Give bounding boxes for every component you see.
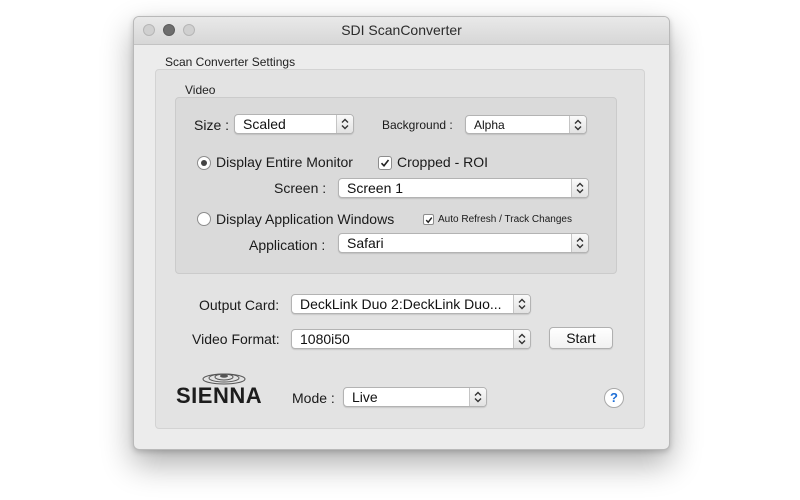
- app-window: SDI ScanConverter Scan Converter Setting…: [133, 16, 670, 450]
- chevron-updown-icon: [336, 115, 353, 133]
- screen-label: Screen :: [274, 180, 327, 196]
- video-format-value: 1080i50: [300, 331, 350, 347]
- video-group-label: Video: [185, 83, 216, 97]
- background-value: Alpha: [474, 118, 505, 132]
- chevron-updown-icon: [571, 234, 588, 252]
- display-entire-monitor-radio[interactable]: [197, 156, 211, 170]
- size-select[interactable]: Scaled: [234, 114, 354, 134]
- checkmark-icon: [380, 159, 390, 168]
- sienna-logo: SIENNA: [176, 371, 282, 413]
- display-entire-monitor-label: Display Entire Monitor: [216, 154, 353, 170]
- title-bar: SDI ScanConverter: [134, 17, 669, 45]
- chevron-updown-icon: [571, 179, 588, 197]
- video-format-label: Video Format:: [192, 331, 280, 347]
- output-card-value: DeckLink Duo 2:DeckLink Duo...: [300, 296, 502, 312]
- background-label: Background :: [382, 118, 453, 132]
- screen-select[interactable]: Screen 1: [338, 178, 589, 198]
- background-select[interactable]: Alpha: [465, 115, 587, 134]
- size-value: Scaled: [243, 116, 286, 132]
- mode-select[interactable]: Live: [343, 387, 487, 407]
- settings-group-label: Scan Converter Settings: [165, 55, 296, 69]
- chevron-updown-icon: [513, 330, 530, 348]
- video-format-select[interactable]: 1080i50: [291, 329, 531, 349]
- application-select[interactable]: Safari: [338, 233, 589, 253]
- chevron-updown-icon: [513, 295, 530, 313]
- start-button[interactable]: Start: [549, 327, 613, 349]
- mode-value: Live: [352, 389, 378, 405]
- display-application-windows-radio[interactable]: [197, 212, 211, 226]
- sienna-logo-text: SIENNA: [176, 383, 263, 408]
- chevron-updown-icon: [469, 388, 486, 406]
- screen-value: Screen 1: [347, 180, 404, 196]
- output-card-select[interactable]: DeckLink Duo 2:DeckLink Duo...: [291, 294, 531, 314]
- auto-refresh-checkbox[interactable]: [423, 214, 434, 225]
- mode-label: Mode :: [292, 390, 335, 406]
- cropped-roi-label: Cropped - ROI: [397, 154, 489, 170]
- auto-refresh-label: Auto Refresh / Track Changes: [438, 214, 572, 225]
- checkmark-icon: [425, 216, 432, 223]
- application-label: Application :: [249, 237, 326, 253]
- size-label: Size :: [194, 117, 230, 133]
- cropped-roi-checkbox[interactable]: [378, 156, 392, 170]
- help-button[interactable]: ?: [604, 388, 624, 408]
- output-card-label: Output Card:: [199, 297, 280, 313]
- window-title: SDI ScanConverter: [341, 22, 462, 38]
- application-value: Safari: [347, 235, 384, 251]
- chevron-updown-icon: [569, 116, 586, 133]
- display-application-windows-label: Display Application Windows: [216, 211, 395, 227]
